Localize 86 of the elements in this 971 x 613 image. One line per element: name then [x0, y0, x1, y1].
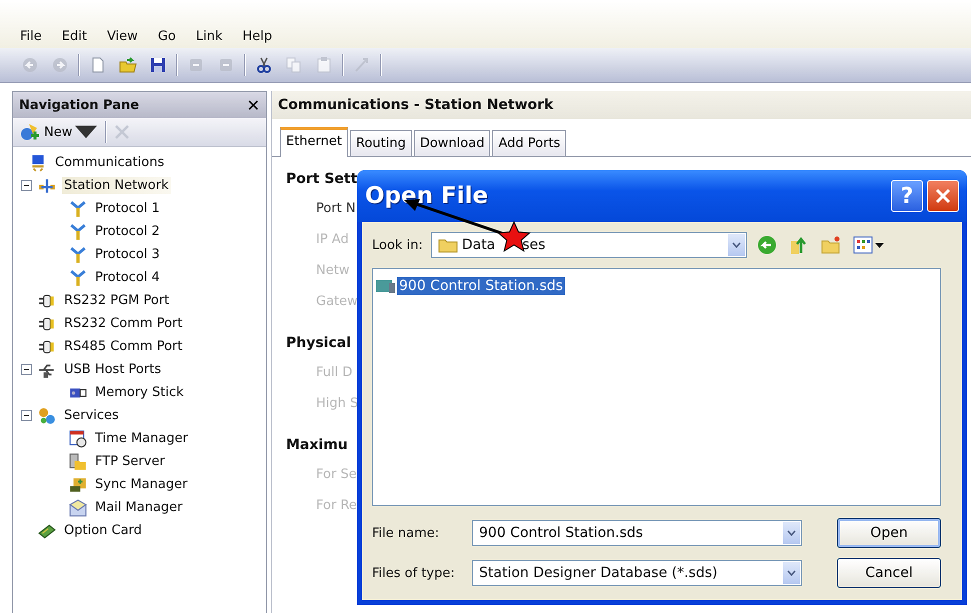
file-type-label: Files of type:	[372, 566, 456, 580]
tree-item[interactable]: Protocol 1	[93, 200, 162, 217]
field-label: Port N	[316, 201, 356, 216]
envelope-icon	[69, 498, 87, 516]
file-name-field[interactable]: 900 Control Station.sds	[479, 525, 779, 541]
caret-icon	[874, 242, 884, 248]
close-button[interactable]: ✕	[246, 96, 260, 114]
field-label: Netw	[316, 263, 350, 278]
connector-icon	[69, 222, 87, 240]
tree-item[interactable]: RS232 PGM Port	[62, 292, 172, 309]
folder-name: ses	[522, 237, 546, 253]
close-button[interactable]	[927, 180, 959, 212]
tree-item[interactable]: Communications	[53, 154, 166, 171]
save-icon[interactable]	[149, 56, 167, 74]
cut-icon[interactable]	[255, 56, 273, 74]
tree-item[interactable]: Services	[62, 407, 121, 424]
folder-server-icon	[69, 452, 87, 470]
menu-item[interactable]: Link	[196, 29, 222, 44]
tree-item[interactable]: Memory Stick	[93, 384, 186, 401]
file-type-dropdown[interactable]: Station Designer Database (*.sds)	[472, 560, 802, 586]
field-label: Gatew	[316, 294, 358, 309]
tab[interactable]: Routing	[350, 130, 412, 156]
database-icon	[375, 277, 397, 295]
calendar-clock-icon	[69, 430, 87, 448]
field-label: Full D	[316, 365, 352, 380]
tree-item[interactable]: Mail Manager	[93, 499, 185, 516]
connector-icon	[69, 268, 87, 286]
tree-item[interactable]: Protocol 4	[93, 269, 162, 286]
tree-item[interactable]: Time Manager	[93, 430, 190, 447]
tree-item[interactable]: Station Network	[62, 177, 171, 194]
close-icon	[935, 188, 951, 204]
dropdown-button[interactable]	[728, 234, 745, 256]
collapse-toggle[interactable]	[21, 180, 32, 191]
tree-item[interactable]: RS485 Comm Port	[62, 338, 184, 355]
collapse-toggle[interactable]	[21, 410, 32, 421]
section-heading: Port Sett	[286, 171, 358, 187]
field-label: For Re	[316, 498, 357, 513]
views-button[interactable]	[850, 234, 886, 256]
sync-icon	[69, 476, 87, 494]
new-folder-icon[interactable]	[820, 235, 841, 255]
tree-item[interactable]: FTP Server	[93, 453, 167, 470]
folder-name: Data	[462, 237, 496, 253]
caret-icon	[787, 570, 796, 576]
menu-item[interactable]: Go	[158, 29, 176, 44]
section-heading: Physical	[286, 335, 352, 351]
caret-icon	[732, 242, 741, 248]
menu-item[interactable]: Help	[242, 29, 272, 44]
network-icon	[38, 176, 56, 194]
up-folder-icon[interactable]	[788, 235, 809, 255]
views-icon	[852, 236, 873, 254]
folder-icon	[438, 237, 458, 253]
tab[interactable]: Add Ports	[492, 130, 566, 156]
tree-item[interactable]: RS232 Comm Port	[62, 315, 184, 332]
collapse-toggle[interactable]	[21, 364, 32, 375]
tab[interactable]: Download	[414, 130, 490, 156]
tree-item[interactable]: Option Card	[62, 522, 144, 539]
cancel-button[interactable]: Cancel	[837, 558, 941, 588]
open-button[interactable]: Open	[837, 518, 941, 548]
open-folder-icon[interactable]	[119, 56, 137, 74]
panel-title: Communications - Station Network	[272, 91, 971, 119]
file-name-label: File name:	[372, 526, 440, 540]
field-label: IP Ad	[316, 232, 349, 247]
circuit-card-icon	[38, 522, 56, 540]
gears-icon	[38, 406, 56, 424]
caret-icon	[787, 530, 796, 536]
back-icon[interactable]	[756, 235, 777, 255]
tree-item[interactable]: Sync Manager	[93, 476, 190, 493]
section-heading: Maximu	[286, 437, 348, 453]
tree-item[interactable]: Protocol 2	[93, 223, 162, 240]
menu-item[interactable]: File	[20, 29, 42, 44]
field-label: High S	[316, 396, 358, 411]
file-name-combo[interactable]: 900 Control Station.sds	[472, 520, 802, 546]
menu-item[interactable]: View	[106, 29, 138, 44]
connector-icon	[69, 200, 87, 218]
tree-item[interactable]: Protocol 3	[93, 246, 162, 263]
menu-item[interactable]: Edit	[62, 29, 87, 44]
pane-title: Navigation Pane	[19, 98, 140, 112]
look-in-label: Look in:	[372, 238, 423, 252]
field-label: For Se	[316, 467, 357, 482]
look-in-dropdown[interactable]: Data ses	[430, 232, 747, 258]
connector-icon	[69, 246, 87, 264]
dropdown-button[interactable]	[783, 562, 800, 584]
dropdown-button[interactable]	[783, 522, 800, 544]
tab[interactable]: Ethernet	[280, 127, 348, 157]
tree-item[interactable]: USB Host Ports	[62, 361, 164, 378]
new-item-icon	[19, 122, 41, 142]
